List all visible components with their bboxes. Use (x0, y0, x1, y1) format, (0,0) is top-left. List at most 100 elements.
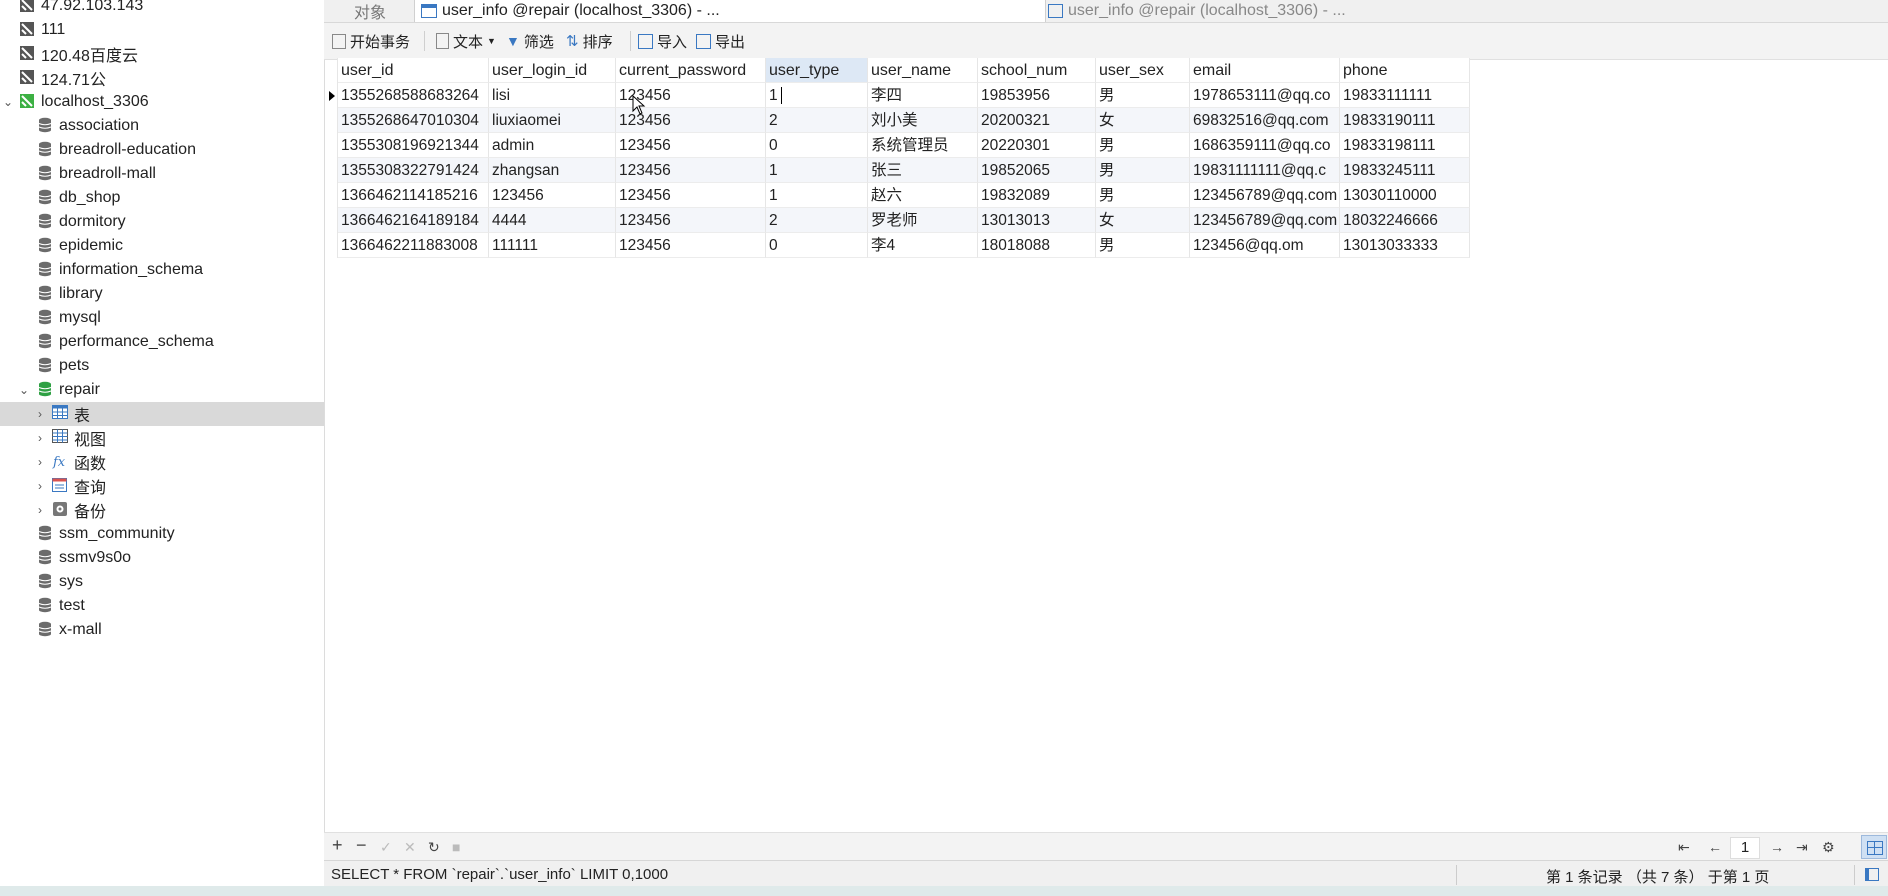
table-cell[interactable]: 19833111111 (1340, 83, 1470, 108)
table-cell[interactable]: 男 (1096, 233, 1190, 258)
table-cell[interactable]: 13013033333 (1340, 233, 1470, 258)
table-cell[interactable]: 13030110000 (1340, 183, 1470, 208)
table-cell[interactable]: 18018088 (978, 233, 1096, 258)
row-selector[interactable] (326, 183, 338, 208)
table-cell[interactable]: 1355308196921344 (338, 133, 489, 158)
chevron-right-icon[interactable]: › (34, 431, 46, 445)
text-view-button[interactable]: 文本 ▼ (436, 31, 496, 51)
column-header[interactable]: school_num (978, 58, 1096, 83)
page-number-field[interactable]: 1 (1730, 837, 1760, 859)
table-cell[interactable]: 男 (1096, 83, 1190, 108)
tree-repair-child[interactable]: › 视图 (0, 426, 324, 450)
first-page-icon[interactable]: ⇤ (1678, 839, 1690, 856)
column-header[interactable]: user_sex (1096, 58, 1190, 83)
table-cell[interactable]: 69832516@qq.com (1190, 108, 1340, 133)
table-row[interactable]: 1355268647010304 liuxiaomei 123456 2 刘小美 2020… (326, 108, 1470, 133)
table-cell[interactable]: 123456 (489, 183, 616, 208)
tree-connection[interactable]: 124.71公 (0, 66, 324, 90)
tree-connection[interactable]: 47.92.103.143 (0, 0, 324, 18)
tree-repair-child[interactable]: › 查询 (0, 474, 324, 498)
tree-database[interactable]: information_schema (0, 258, 324, 282)
table-cell[interactable]: 1 (766, 158, 868, 183)
table-cell[interactable]: 男 (1096, 158, 1190, 183)
stop-icon[interactable]: ■ (452, 839, 460, 855)
add-record-icon[interactable]: + (332, 835, 343, 856)
table-cell[interactable]: 19831111111@qq.c (1190, 158, 1340, 183)
table-row[interactable]: 1366462164189184 4444 123456 2 罗老师 13013013 女 1… (326, 208, 1470, 233)
chevron-down-icon[interactable]: ⌄ (18, 383, 30, 397)
table-row[interactable]: 1355268588683264 lisi 123456 1 李四 19853956 男 19… (326, 83, 1470, 108)
table-cell[interactable]: 女 (1096, 208, 1190, 233)
table-cell[interactable]: 1978653111@qq.co (1190, 83, 1340, 108)
table-cell[interactable]: 19833198111 (1340, 133, 1470, 158)
table-cell[interactable]: zhangsan (489, 158, 616, 183)
table-cell[interactable]: 男 (1096, 133, 1190, 158)
sort-button[interactable]: ⇅ 排序 (566, 31, 613, 51)
table-cell[interactable]: 123456789@qq.com (1190, 208, 1340, 233)
table-row[interactable]: 1366462211883008 111111 123456 0 李4 18018088 男… (326, 233, 1470, 258)
table-cell[interactable]: 李4 (868, 233, 978, 258)
tree-database[interactable]: performance_schema (0, 330, 324, 354)
tab-user-info-active[interactable]: user_info @repair (localhost_3306) - ... (414, 0, 1046, 22)
tree-database[interactable]: db_shop (0, 186, 324, 210)
table-cell[interactable]: 女 (1096, 108, 1190, 133)
table-cell[interactable]: 123456 (616, 233, 766, 258)
settings-gear-icon[interactable]: ⚙ (1822, 839, 1835, 856)
table-cell[interactable]: 123456 (616, 133, 766, 158)
table-cell[interactable]: 1 (766, 183, 868, 208)
table-cell[interactable]: 1355268647010304 (338, 108, 489, 133)
table-cell[interactable]: 19853956 (978, 83, 1096, 108)
begin-transaction-button[interactable]: 开始事务 (332, 31, 410, 51)
prev-page-icon[interactable]: ← (1708, 839, 1722, 855)
tree-connection-localhost[interactable]: ⌄ localhost_3306 (0, 90, 324, 114)
table-cell[interactable]: 19832089 (978, 183, 1096, 208)
table-cell[interactable]: 19852065 (978, 158, 1096, 183)
last-page-icon[interactable]: ⇥ (1796, 839, 1808, 856)
table-cell[interactable]: admin (489, 133, 616, 158)
tab-objects[interactable]: 对象 (354, 0, 386, 22)
tab-user-info-design[interactable]: user_info @repair (localhost_3306) - ... (1048, 0, 1346, 22)
table-cell[interactable]: 1355308322791424 (338, 158, 489, 183)
table-cell[interactable]: 4444 (489, 208, 616, 233)
table-row[interactable]: 1355308196921344 admin 123456 0 系统管理员 2022030… (326, 133, 1470, 158)
row-selector[interactable] (326, 108, 338, 133)
table-cell[interactable]: 1366462211883008 (338, 233, 489, 258)
table-cell[interactable]: 123456@qq.om (1190, 233, 1340, 258)
column-header[interactable]: email (1190, 58, 1340, 83)
tree-database[interactable]: library (0, 282, 324, 306)
table-cell[interactable]: 刘小美 (868, 108, 978, 133)
tree-database[interactable]: association (0, 114, 324, 138)
tree-database[interactable]: mysql (0, 306, 324, 330)
grid-view-toggle[interactable] (1861, 835, 1887, 859)
table-cell[interactable]: 123456 (616, 183, 766, 208)
table-cell[interactable]: 李四 (868, 83, 978, 108)
column-header[interactable]: phone (1340, 58, 1470, 83)
table-row[interactable]: 1366462114185216 123456 123456 1 赵六 19832089 男… (326, 183, 1470, 208)
table-cell[interactable]: 19833190111 (1340, 108, 1470, 133)
chevron-right-icon[interactable]: › (34, 479, 46, 493)
tree-connection[interactable]: 111 (0, 18, 324, 42)
tree-database[interactable]: test (0, 594, 324, 618)
table-cell[interactable]: 2 (766, 208, 868, 233)
table-cell[interactable]: 19833245111 (1340, 158, 1470, 183)
table-cell[interactable]: liuxiaomei (489, 108, 616, 133)
table-row[interactable]: 1355308322791424 zhangsan 123456 1 张三 1985206… (326, 158, 1470, 183)
table-cell[interactable]: 123456 (616, 158, 766, 183)
table-cell[interactable]: 20220301 (978, 133, 1096, 158)
tree-database[interactable]: epidemic (0, 234, 324, 258)
delete-record-icon[interactable]: − (356, 835, 367, 856)
tree-database-repair[interactable]: ⌄ repair (0, 378, 324, 402)
row-selector[interactable] (326, 158, 338, 183)
table-cell[interactable]: 0 (766, 133, 868, 158)
discard-changes-icon[interactable]: ✕ (404, 839, 416, 856)
column-header[interactable]: user_name (868, 58, 978, 83)
filter-button[interactable]: ▼ 筛选 (506, 31, 554, 51)
table-cell[interactable]: 1366462164189184 (338, 208, 489, 233)
tree-database[interactable]: pets (0, 354, 324, 378)
table-cell[interactable]: 123456 (616, 208, 766, 233)
table-cell[interactable]: 123456789@qq.com (1190, 183, 1340, 208)
refresh-icon[interactable]: ↻ (428, 839, 440, 856)
row-selector[interactable] (326, 133, 338, 158)
table-cell[interactable]: 2 (766, 108, 868, 133)
table-cell[interactable]: 1366462114185216 (338, 183, 489, 208)
